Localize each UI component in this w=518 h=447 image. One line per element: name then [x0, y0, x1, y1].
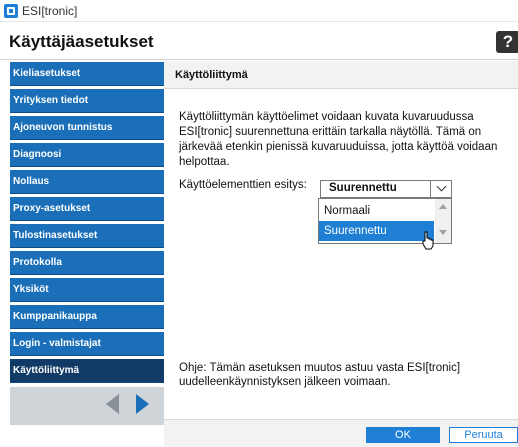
- sidebar-item-protokolla[interactable]: Protokolla: [10, 251, 164, 275]
- scroll-up-icon[interactable]: [439, 204, 447, 209]
- next-page-icon[interactable]: [136, 394, 149, 414]
- scroll-down-icon[interactable]: [439, 230, 447, 235]
- display-mode-label: Käyttöelementtien esitys:: [179, 179, 307, 191]
- option-suurennettu[interactable]: Suurennettu: [319, 221, 434, 241]
- sidebar-item-nollaus[interactable]: Nollaus: [10, 170, 164, 194]
- sidebar-item-kieliasetukset[interactable]: Kieliasetukset: [10, 62, 164, 86]
- hand-cursor-icon: [422, 231, 434, 250]
- dropdown-button[interactable]: [430, 181, 452, 197]
- sidebar-item-ajoneuvon-tunnistus[interactable]: Ajoneuvon tunnistus: [10, 116, 164, 140]
- section-title: Käyttöliittymä: [175, 69, 248, 81]
- help-button[interactable]: ?: [496, 31, 518, 53]
- restart-note: Ohje: Tämän asetuksen muutos astuu vasta…: [179, 362, 461, 388]
- sidebar-nav: Kieliasetukset Yrityksen tiedot Ajoneuvo…: [10, 61, 164, 447]
- option-normaali[interactable]: Normaali: [319, 201, 434, 221]
- dropdown-scrollbar[interactable]: [435, 199, 451, 243]
- display-mode-value: Suurennettu: [329, 182, 397, 194]
- sidebar-item-login-valmistajat[interactable]: Login - valmistajat: [10, 332, 164, 356]
- window-title: ESI[tronic]: [22, 4, 78, 18]
- sidebar-item-tulostinasetukset[interactable]: Tulostinasetukset: [10, 224, 164, 248]
- sidebar-item-kayttoliittyma[interactable]: Käyttöliittymä: [10, 359, 164, 383]
- sidebar-item-diagnoosi[interactable]: Diagnoosi: [10, 143, 164, 167]
- chevron-down-icon: [436, 181, 447, 192]
- sidebar-item-proxy-asetukset[interactable]: Proxy-asetukset: [10, 197, 164, 221]
- cancel-button[interactable]: Peruuta: [449, 427, 518, 443]
- section-header: Käyttöliittymä: [164, 61, 518, 89]
- page-header: Käyttäjäasetukset ?: [0, 22, 518, 60]
- sidebar-item-yksikot[interactable]: Yksiköt: [10, 278, 164, 302]
- page-title: Käyttäjäasetukset: [9, 32, 154, 51]
- ok-button[interactable]: OK: [366, 427, 440, 443]
- sidebar-item-yrityksen-tiedot[interactable]: Yrityksen tiedot: [10, 89, 164, 113]
- display-mode-select[interactable]: Suurennettu: [320, 180, 452, 198]
- title-bar: ESI[tronic]: [0, 0, 518, 22]
- sidebar-item-kumppanikauppa[interactable]: Kumppanikauppa: [10, 305, 164, 329]
- previous-page-icon[interactable]: [106, 394, 119, 414]
- description-text: Käyttöliittymän käyttöelimet voidaan kuv…: [179, 111, 498, 168]
- app-logo-icon: [4, 4, 18, 18]
